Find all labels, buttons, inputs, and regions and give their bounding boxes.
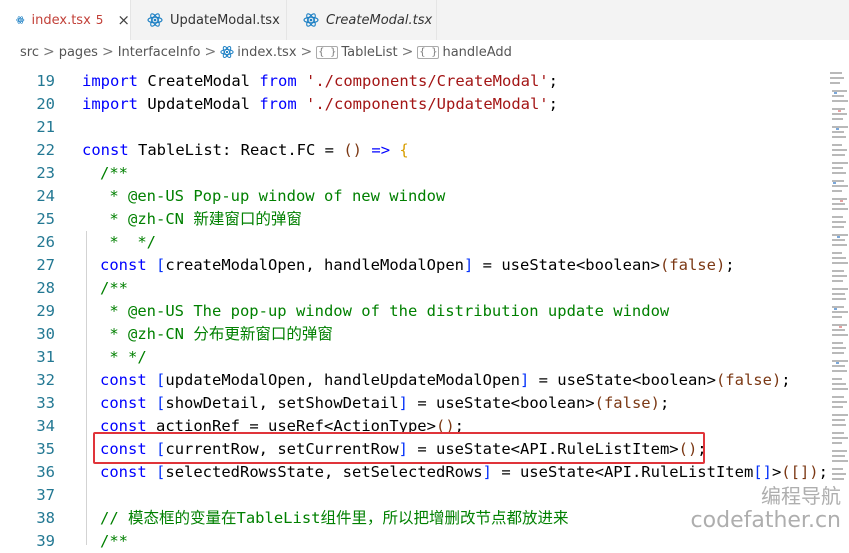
tab-createmodal-tsx[interactable]: CreateModal.tsx [287, 0, 437, 40]
editor-tab-bar: index.tsx 5 × UpdateModal.tsx CreateModa… [0, 0, 849, 40]
tab-updatemodal-tsx[interactable]: UpdateModal.tsx [131, 0, 287, 40]
line-number: 36 [36, 463, 55, 481]
problem-count-badge: 5 [95, 13, 104, 27]
react-icon [303, 13, 319, 27]
code-line: 19 import CreateModal from './components/… [0, 70, 849, 93]
code-line: 33 const [showDetail, setShowDetail] = us… [0, 392, 849, 415]
breadcrumb-item-tablelist[interactable]: TableList [341, 45, 397, 60]
code-line: 37 [0, 484, 849, 507]
line-number: 38 [36, 509, 55, 527]
chevron-right-icon: > [101, 44, 114, 60]
code-line: 29 * @en-US The pop-up window of the dis… [0, 300, 849, 323]
line-number: 31 [36, 348, 55, 366]
line-number: 32 [36, 371, 55, 389]
code-line: 28/** [0, 277, 849, 300]
chevron-right-icon: > [401, 44, 414, 60]
line-number: 33 [36, 394, 55, 412]
code-line: 24 * @en-US Pop-up window of new window [0, 185, 849, 208]
breadcrumb: src > pages > InterfaceInfo > index.tsx … [0, 40, 849, 64]
code-line: 39/** [0, 530, 849, 553]
code-line: 26 * */ [0, 231, 849, 254]
code-line: 27 const [createModalOpen, handleModalOpe… [0, 254, 849, 277]
tab-updatemodal-label: UpdateModal.tsx [170, 12, 280, 28]
line-number: 21 [36, 118, 55, 136]
code-line: 23/** [0, 162, 849, 185]
highlight-box [93, 432, 705, 464]
line-number: 23 [36, 164, 55, 182]
code-line: 31 * */ [0, 346, 849, 369]
code-line: 36 const [selectedRowsState, setSelectedR… [0, 461, 849, 484]
minimap[interactable] [828, 70, 849, 545]
line-number: 35 [36, 440, 55, 458]
breadcrumb-item-interfaceinfo[interactable]: InterfaceInfo [118, 45, 201, 60]
line-number: 29 [36, 302, 55, 320]
watermark-cn: 编程导航 [761, 484, 841, 508]
line-number: 28 [36, 279, 55, 297]
watermark-url: codefather.cn [690, 508, 841, 533]
variable-symbol-icon: { } [316, 45, 339, 59]
line-number: 34 [36, 417, 55, 435]
close-icon[interactable]: × [117, 11, 130, 29]
chevron-right-icon: > [42, 44, 55, 60]
line-number: 24 [36, 187, 55, 205]
code-line: 20 import UpdateModal from './components/… [0, 93, 849, 116]
line-number: 20 [36, 95, 55, 113]
line-number: 30 [36, 325, 55, 343]
variable-symbol-icon: { } [417, 45, 440, 59]
breadcrumb-item-index-tsx[interactable]: index.tsx [237, 45, 296, 60]
react-icon [16, 16, 25, 24]
tab-index-tsx[interactable]: index.tsx 5 × [0, 0, 131, 40]
chevron-right-icon: > [300, 44, 313, 60]
code-line: 30 * @zh-CN 分布更新窗口的弹窗 [0, 323, 849, 346]
line-number: 22 [36, 141, 55, 159]
line-number: 25 [36, 210, 55, 228]
line-number: 27 [36, 256, 55, 274]
line-number: 37 [36, 486, 55, 504]
code-line: 22 const TableList: React.FC = () => { [0, 139, 849, 162]
breadcrumb-item-src[interactable]: src [20, 45, 39, 60]
code-line: 25 * @zh-CN 新建窗口的弹窗 [0, 208, 849, 231]
chevron-right-icon: > [204, 44, 217, 60]
breadcrumb-item-handleadd[interactable]: handleAdd [442, 45, 511, 60]
breadcrumb-item-pages[interactable]: pages [59, 45, 98, 60]
code-line: 21 [0, 116, 849, 139]
line-number: 39 [36, 532, 55, 550]
tab-createmodal-label: CreateModal.tsx [326, 12, 433, 28]
react-icon [220, 46, 234, 58]
line-number: 26 [36, 233, 55, 251]
react-icon [147, 13, 163, 27]
code-line: 32 const [updateModalOpen, handleUpdateMo… [0, 369, 849, 392]
tab-index-label: index.tsx [31, 12, 91, 28]
line-number: 19 [36, 72, 55, 90]
code-editor[interactable]: 19 import CreateModal from './components/… [0, 70, 849, 550]
